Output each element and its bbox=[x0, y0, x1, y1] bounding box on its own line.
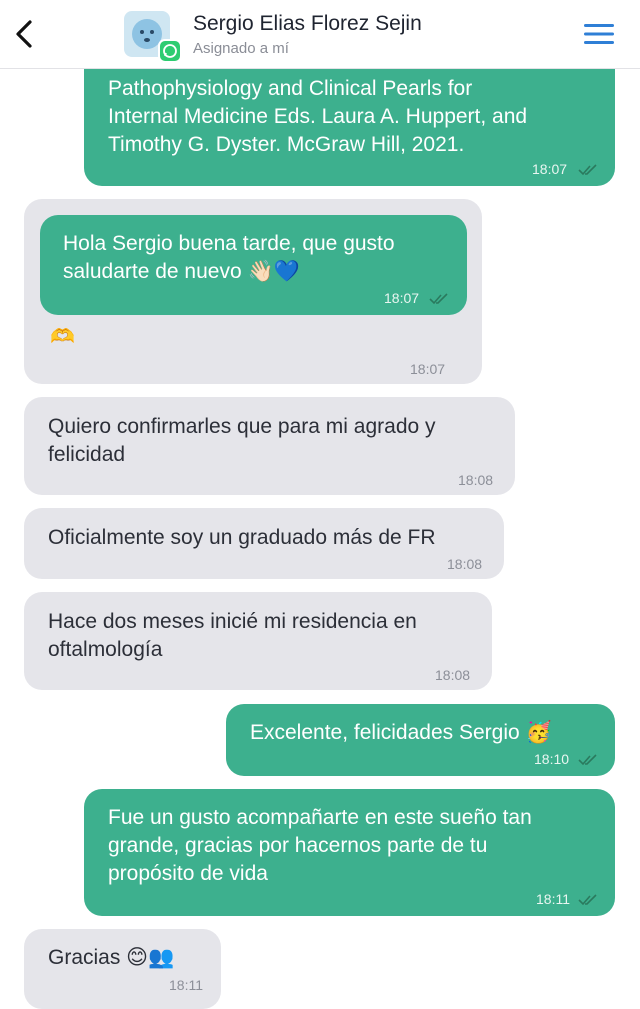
message-time: 18:08 bbox=[435, 667, 471, 683]
message-bubble-incoming[interactable]: Gracias 😊👥 18:11 bbox=[24, 929, 221, 1009]
message-line: Internal Medicine Eds. Laura A. Huppert,… bbox=[108, 105, 528, 128]
hamburger-menu-icon[interactable] bbox=[582, 20, 616, 48]
message-line: Excelente, felicidades Sergio 🥳 bbox=[250, 721, 552, 744]
quoted-message-time: 18:07 bbox=[384, 290, 420, 306]
message-time: 18:08 bbox=[458, 472, 494, 488]
chevron-left-icon[interactable] bbox=[10, 16, 42, 52]
contact-name[interactable]: Sergio Elias Florez Sejin bbox=[193, 12, 422, 36]
message-bubble-outgoing[interactable]: Excelente, felicidades Sergio 🥳 18:10 bbox=[226, 704, 615, 776]
message-bubble-incoming[interactable]: Oficialmente soy un graduado más de FR 1… bbox=[24, 508, 504, 579]
message-bubble-incoming[interactable]: Hola Sergio buena tarde, que gusto salud… bbox=[24, 199, 482, 384]
message-line: Quiero confirmarles que para mi agrado y bbox=[48, 415, 436, 438]
message-time: 18:07 bbox=[410, 361, 446, 377]
double-check-icon bbox=[429, 293, 448, 305]
message-text: Gracias 😊👥 bbox=[48, 944, 174, 972]
message-line: grande, gracias por hacernos parte de tu bbox=[108, 834, 488, 857]
double-check-icon bbox=[578, 754, 597, 766]
message-line: Pathophysiology and Clinical Pearls for bbox=[108, 77, 473, 100]
message-time: 18:11 bbox=[536, 891, 570, 907]
double-check-icon bbox=[578, 894, 597, 906]
message-time: 18:07 bbox=[532, 161, 568, 177]
chat-thread[interactable]: Pathophysiology and Clinical Pearls for … bbox=[0, 0, 640, 1009]
message-bubble-incoming[interactable]: Hace dos meses inicié mi residencia en o… bbox=[24, 592, 492, 690]
whatsapp-icon bbox=[158, 39, 182, 63]
message-line: Fue un gusto acompañarte en este sueño t… bbox=[108, 806, 532, 829]
message-text: Pathophysiology and Clinical Pearls for … bbox=[108, 75, 527, 159]
message-line: Timothy G. Dyster. McGraw Hill, 2021. bbox=[108, 133, 465, 156]
message-line: Hola Sergio buena tarde, que gusto bbox=[63, 232, 395, 255]
message-text: Hace dos meses inicié mi residencia en o… bbox=[48, 608, 417, 664]
double-check-icon bbox=[578, 164, 597, 176]
message-line: felicidad bbox=[48, 443, 126, 466]
message-line: oftalmología bbox=[48, 638, 163, 661]
message-text: Fue un gusto acompañarte en este sueño t… bbox=[108, 804, 532, 888]
message-line: propósito de vida bbox=[108, 862, 268, 885]
message-bubble-incoming[interactable]: Quiero confirmarles que para mi agrado y… bbox=[24, 397, 515, 495]
heart-hands-emoji: 🫶 bbox=[50, 326, 75, 348]
message-line: Gracias 😊👥 bbox=[48, 946, 175, 969]
message-time: 18:11 bbox=[169, 977, 203, 993]
message-text: Oficialmente soy un graduado más de FR bbox=[48, 524, 436, 552]
message-line: Oficialmente soy un graduado más de FR bbox=[48, 526, 436, 549]
quoted-message[interactable]: Hola Sergio buena tarde, que gusto salud… bbox=[40, 215, 467, 315]
message-line: Hace dos meses inicié mi residencia en bbox=[48, 610, 417, 633]
quoted-message-text: Hola Sergio buena tarde, que gusto salud… bbox=[63, 230, 395, 286]
message-text: Quiero confirmarles que para mi agrado y… bbox=[48, 413, 436, 469]
assignment-status: Asignado a mí bbox=[193, 40, 289, 57]
message-bubble-outgoing[interactable]: Fue un gusto acompañarte en este sueño t… bbox=[84, 789, 615, 916]
message-text: Excelente, felicidades Sergio 🥳 bbox=[250, 719, 552, 747]
chat-header: Sergio Elias Florez Sejin Asignado a mí bbox=[0, 0, 640, 69]
message-line: saludarte de nuevo 👋🏻💙 bbox=[63, 260, 300, 283]
message-time: 18:10 bbox=[534, 751, 570, 767]
message-time: 18:08 bbox=[447, 556, 483, 572]
